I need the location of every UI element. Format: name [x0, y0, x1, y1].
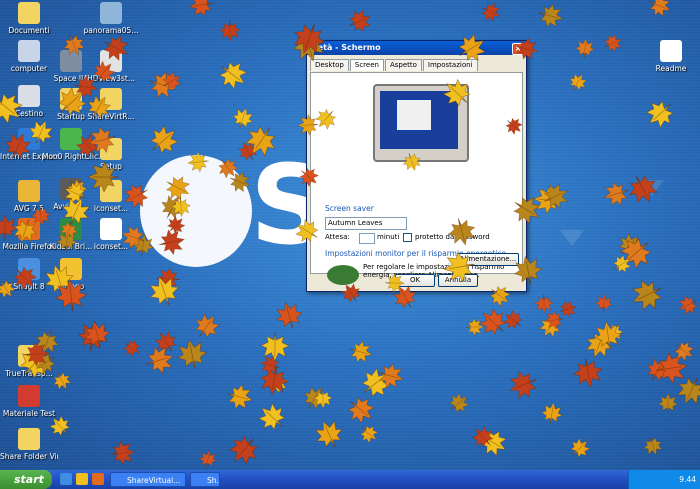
screensaver-panel: Screen saver Autumn Leaves Attesa: minut… [310, 72, 523, 285]
firefox-quicklaunch-icon[interactable] [92, 473, 104, 485]
desktop-icon-materiale-test[interactable]: Materiale Test [0, 385, 58, 418]
folder-icon [18, 428, 40, 450]
tab-screensaver[interactable]: Screen [349, 59, 384, 71]
password-checkbox[interactable] [403, 233, 412, 242]
taskbar-item-sharevirtual[interactable]: ShareVirtual... [110, 472, 186, 487]
document-icon [660, 40, 682, 62]
desktop[interactable]: S Documenti computer Cestino Internet Ex… [0, 0, 700, 470]
image-file-icon [100, 2, 122, 24]
ie-quicklaunch-icon[interactable] [60, 473, 72, 485]
system-tray: 9.44 [628, 470, 700, 489]
dialog-tabs: Desktop Screen Aspetto Impostazioni [310, 59, 479, 71]
icon-label: Share Folder Virt Box - PC [0, 452, 58, 461]
desktop-icon-documenti[interactable]: Documenti [0, 2, 58, 35]
desktop-icon-readme[interactable]: Readme [642, 40, 700, 73]
wait-label: Attesa: [325, 233, 350, 241]
start-button[interactable]: start [0, 470, 52, 489]
folder-quicklaunch-icon[interactable] [76, 473, 88, 485]
preview-window [396, 99, 432, 131]
desktop-icon-share-folder[interactable]: Share Folder Virt Box - PC [0, 428, 58, 461]
screensaver-group-title: Screen saver [325, 204, 374, 213]
wait-spinner[interactable] [359, 233, 375, 244]
icon-label: Documenti [8, 26, 50, 35]
folder-icon [18, 2, 40, 24]
avg-icon [18, 180, 40, 202]
wallpaper-arrow [560, 230, 584, 246]
tab-appearance[interactable]: Aspetto [384, 59, 422, 71]
icon-label: Materiale Test [2, 409, 56, 418]
taskbar: start ShareVirtual... Sh... 9.44 [0, 470, 700, 489]
computer-icon [18, 40, 40, 62]
icon-label: Readme [655, 64, 687, 73]
wait-unit-label: minuti [377, 233, 400, 241]
screensaver-select[interactable]: Autumn Leaves [325, 217, 407, 230]
clock[interactable]: 9.44 [679, 475, 696, 484]
taskbar-item-sh[interactable]: Sh... [190, 472, 220, 487]
